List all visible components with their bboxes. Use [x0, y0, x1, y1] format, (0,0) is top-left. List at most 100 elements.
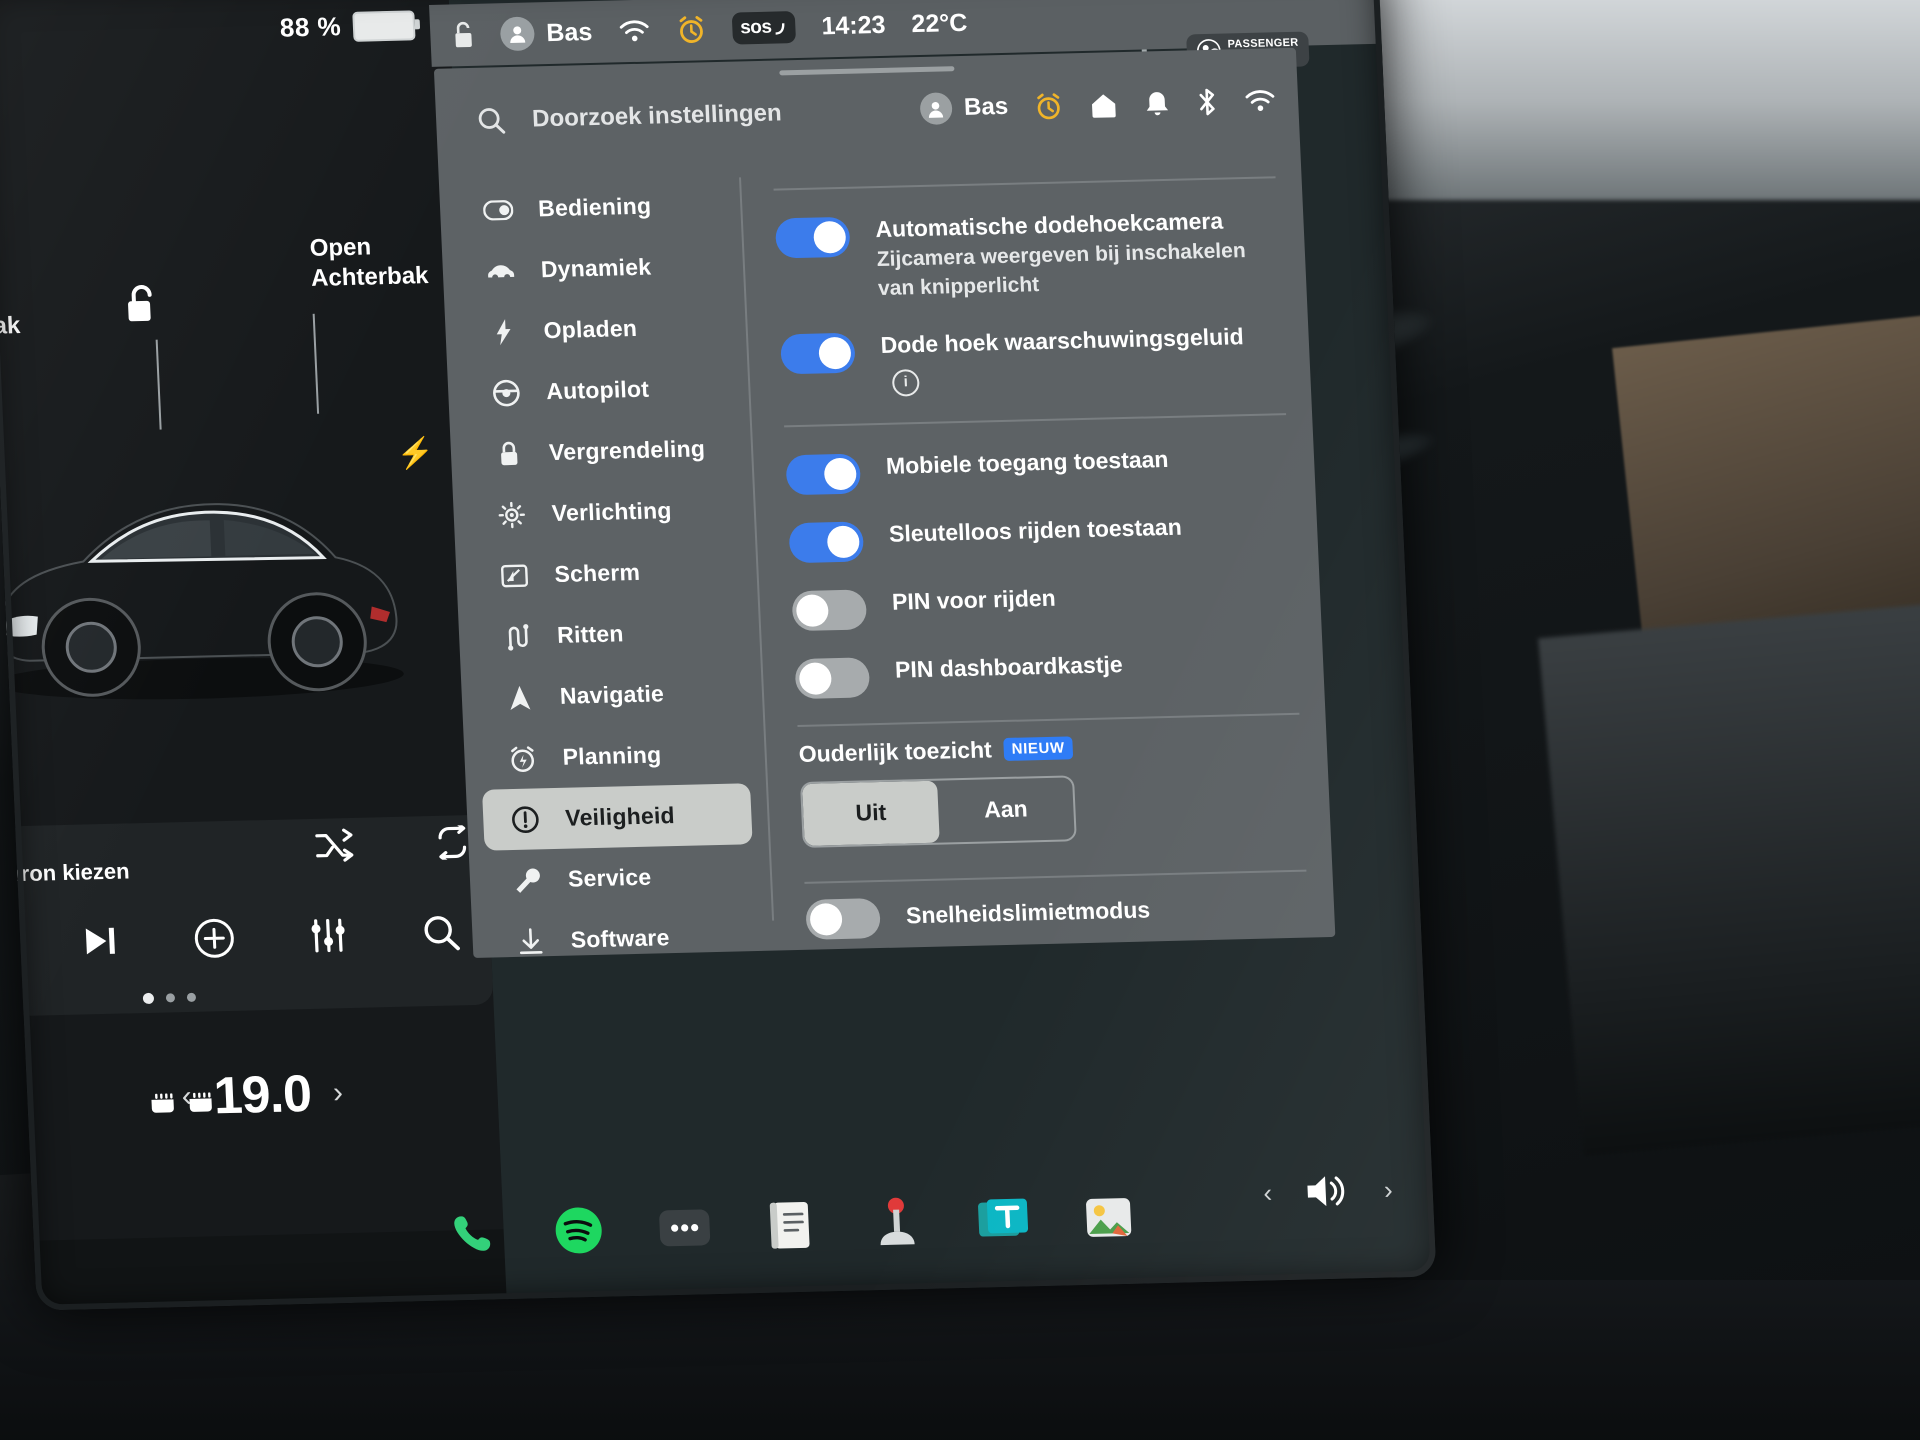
settings-body: Bediening Dynamiek Opladen Autopilot Ver… [438, 144, 1335, 958]
sidebar-item-verlichting[interactable]: Verlichting [468, 479, 739, 546]
open-trunk-label[interactable]: Open Achterbak [309, 231, 429, 294]
toggle-keyless-driving[interactable] [788, 520, 865, 563]
toggle-blindspot-sound[interactable] [780, 332, 856, 375]
download-icon [514, 927, 547, 956]
toggle-blindspot-camera[interactable] [774, 216, 851, 259]
display-icon [498, 563, 531, 588]
trunk-label-left[interactable]: n bak [0, 281, 21, 342]
temperature-value[interactable]: 19.0 [212, 1064, 312, 1126]
setting-row-blindspot-camera[interactable]: Automatische dodehoekcamera Zijcamera we… [774, 204, 1281, 306]
alarm-icon[interactable] [676, 14, 707, 45]
lock-icon [492, 439, 525, 468]
sidebar-item-veiligheid[interactable]: Veiligheid [481, 783, 753, 851]
setting-title: Mobiele toegang toestaan [885, 445, 1169, 479]
lock-open-icon[interactable] [121, 283, 163, 328]
toggle-mobile-access[interactable] [785, 453, 862, 495]
seat-heater-left-icon[interactable] [147, 1093, 178, 1118]
steering-wheel-icon [490, 378, 523, 407]
person-icon [510, 26, 526, 43]
toggle-glovebox-pin[interactable] [794, 656, 871, 699]
info-icon[interactable]: i [891, 368, 920, 397]
bell-icon[interactable] [1143, 88, 1170, 118]
card-icon[interactable] [758, 1194, 823, 1257]
speaker-icon[interactable] [1303, 1171, 1353, 1212]
parental-control-title: Ouderlijk toezicht [798, 735, 993, 767]
sidebar-item-vergrendeling[interactable]: Vergrendeling [466, 418, 737, 485]
spotify-icon[interactable] [546, 1199, 611, 1262]
theater-icon[interactable] [970, 1188, 1035, 1251]
status-user-name: Bas [545, 17, 593, 47]
schedule-clock-icon [506, 744, 539, 773]
vehicle-panel: 88 % n bak Open Achterbak [0, 0, 504, 1241]
toggle-pin-to-drive[interactable] [791, 588, 868, 631]
setting-title: Dode hoek waarschuwingsgeluid [880, 322, 1245, 358]
sidebar-item-bediening[interactable]: Bediening [455, 174, 726, 241]
sidebar-item-ritten[interactable]: Ritten [474, 600, 745, 667]
parental-option-aan[interactable]: Aan [937, 777, 1075, 842]
joystick-icon[interactable] [864, 1191, 929, 1254]
sidebar-item-scherm[interactable]: Scherm [471, 539, 742, 606]
sidebar-item-software[interactable]: Software [487, 905, 758, 972]
home-icon[interactable] [1088, 90, 1118, 120]
clock-label: 14:23 [820, 10, 887, 40]
sidebar-item-label: Navigatie [559, 680, 665, 709]
person-icon [929, 101, 944, 118]
status-user[interactable]: Bas [499, 15, 593, 52]
sidebar-item-autopilot[interactable]: Autopilot [463, 357, 734, 424]
page-indicator-dots[interactable] [142, 992, 197, 1005]
sidebar-item-dynamiek[interactable]: Dynamiek [458, 235, 729, 302]
more-dots-icon[interactable] [652, 1196, 717, 1259]
wrench-icon [511, 866, 544, 895]
sidebar-item-planning[interactable]: Planning [479, 722, 750, 789]
battery-status: 88 % [279, 9, 416, 43]
dock-apps [411, 1145, 1437, 1300]
wifi-icon[interactable] [618, 18, 651, 45]
bluetooth-icon[interactable] [1195, 87, 1218, 118]
avatar [499, 16, 536, 52]
navigation-arrow-icon [503, 683, 536, 712]
equalizer-icon[interactable] [307, 916, 349, 955]
phone-icon[interactable] [440, 1201, 505, 1264]
photos-icon[interactable] [1076, 1186, 1141, 1249]
search-input[interactable]: Doorzoek instellingen [476, 98, 783, 135]
shuffle-icon[interactable] [314, 828, 356, 863]
setting-row-speed-limit-mode[interactable]: Snelheidslimietmodus [805, 885, 1309, 940]
sidebar-item-label: Opladen [543, 314, 638, 344]
parental-option-uit[interactable]: Uit [802, 780, 940, 846]
lock-icon[interactable] [452, 20, 475, 51]
alarm-icon[interactable] [1033, 91, 1063, 121]
temp-increase-button[interactable]: › [332, 1076, 344, 1110]
setting-row-blindspot-sound[interactable]: Dode hoek waarschuwingsgeluid i [780, 320, 1285, 399]
search-icon [478, 108, 506, 134]
search-icon[interactable] [419, 911, 463, 954]
setting-row-mobile-access[interactable]: Mobiele toegang toestaan [785, 441, 1289, 495]
toggle-icon [482, 199, 515, 221]
app-dock: ‹ › [411, 1145, 1437, 1300]
sos-icon[interactable]: sos [731, 11, 797, 45]
sidebar-item-label: Verlichting [551, 497, 673, 527]
seat-heater-right-icon[interactable] [185, 1092, 216, 1117]
setting-title: PIN dashboardkastje [894, 650, 1124, 683]
car-icon [484, 260, 517, 281]
divider [797, 712, 1300, 727]
add-icon[interactable] [191, 916, 237, 961]
sidebar-item-navigatie[interactable]: Navigatie [477, 661, 748, 728]
sidebar-item-label: Software [570, 924, 671, 953]
charge-port-icon[interactable]: ⚡ [396, 436, 435, 472]
toggle-speed-limit-mode[interactable] [805, 897, 881, 940]
sidebar-item-opladen[interactable]: Opladen [460, 296, 731, 363]
volume-prev-button[interactable]: ‹ [1263, 1177, 1273, 1208]
sidebar-item-service[interactable]: Service [485, 844, 756, 911]
setting-row-glovebox-pin[interactable]: PIN dashboardkastje [794, 644, 1298, 699]
volume-next-button[interactable]: › [1383, 1174, 1393, 1205]
wifi-icon[interactable] [1244, 87, 1277, 114]
sidebar-item-label: Scherm [553, 558, 641, 587]
vehicle-illustration[interactable] [0, 402, 420, 722]
setting-row-pin-to-drive[interactable]: PIN voor rijden [791, 576, 1295, 631]
sidebar-item-label: Planning [562, 741, 662, 770]
skip-next-icon[interactable] [80, 923, 122, 960]
header-user[interactable]: Bas [919, 91, 1009, 125]
setting-row-keyless-driving[interactable]: Sleutelloos rijden toestaan [788, 508, 1292, 563]
parental-control-segmented[interactable]: Uit Aan [799, 774, 1077, 848]
